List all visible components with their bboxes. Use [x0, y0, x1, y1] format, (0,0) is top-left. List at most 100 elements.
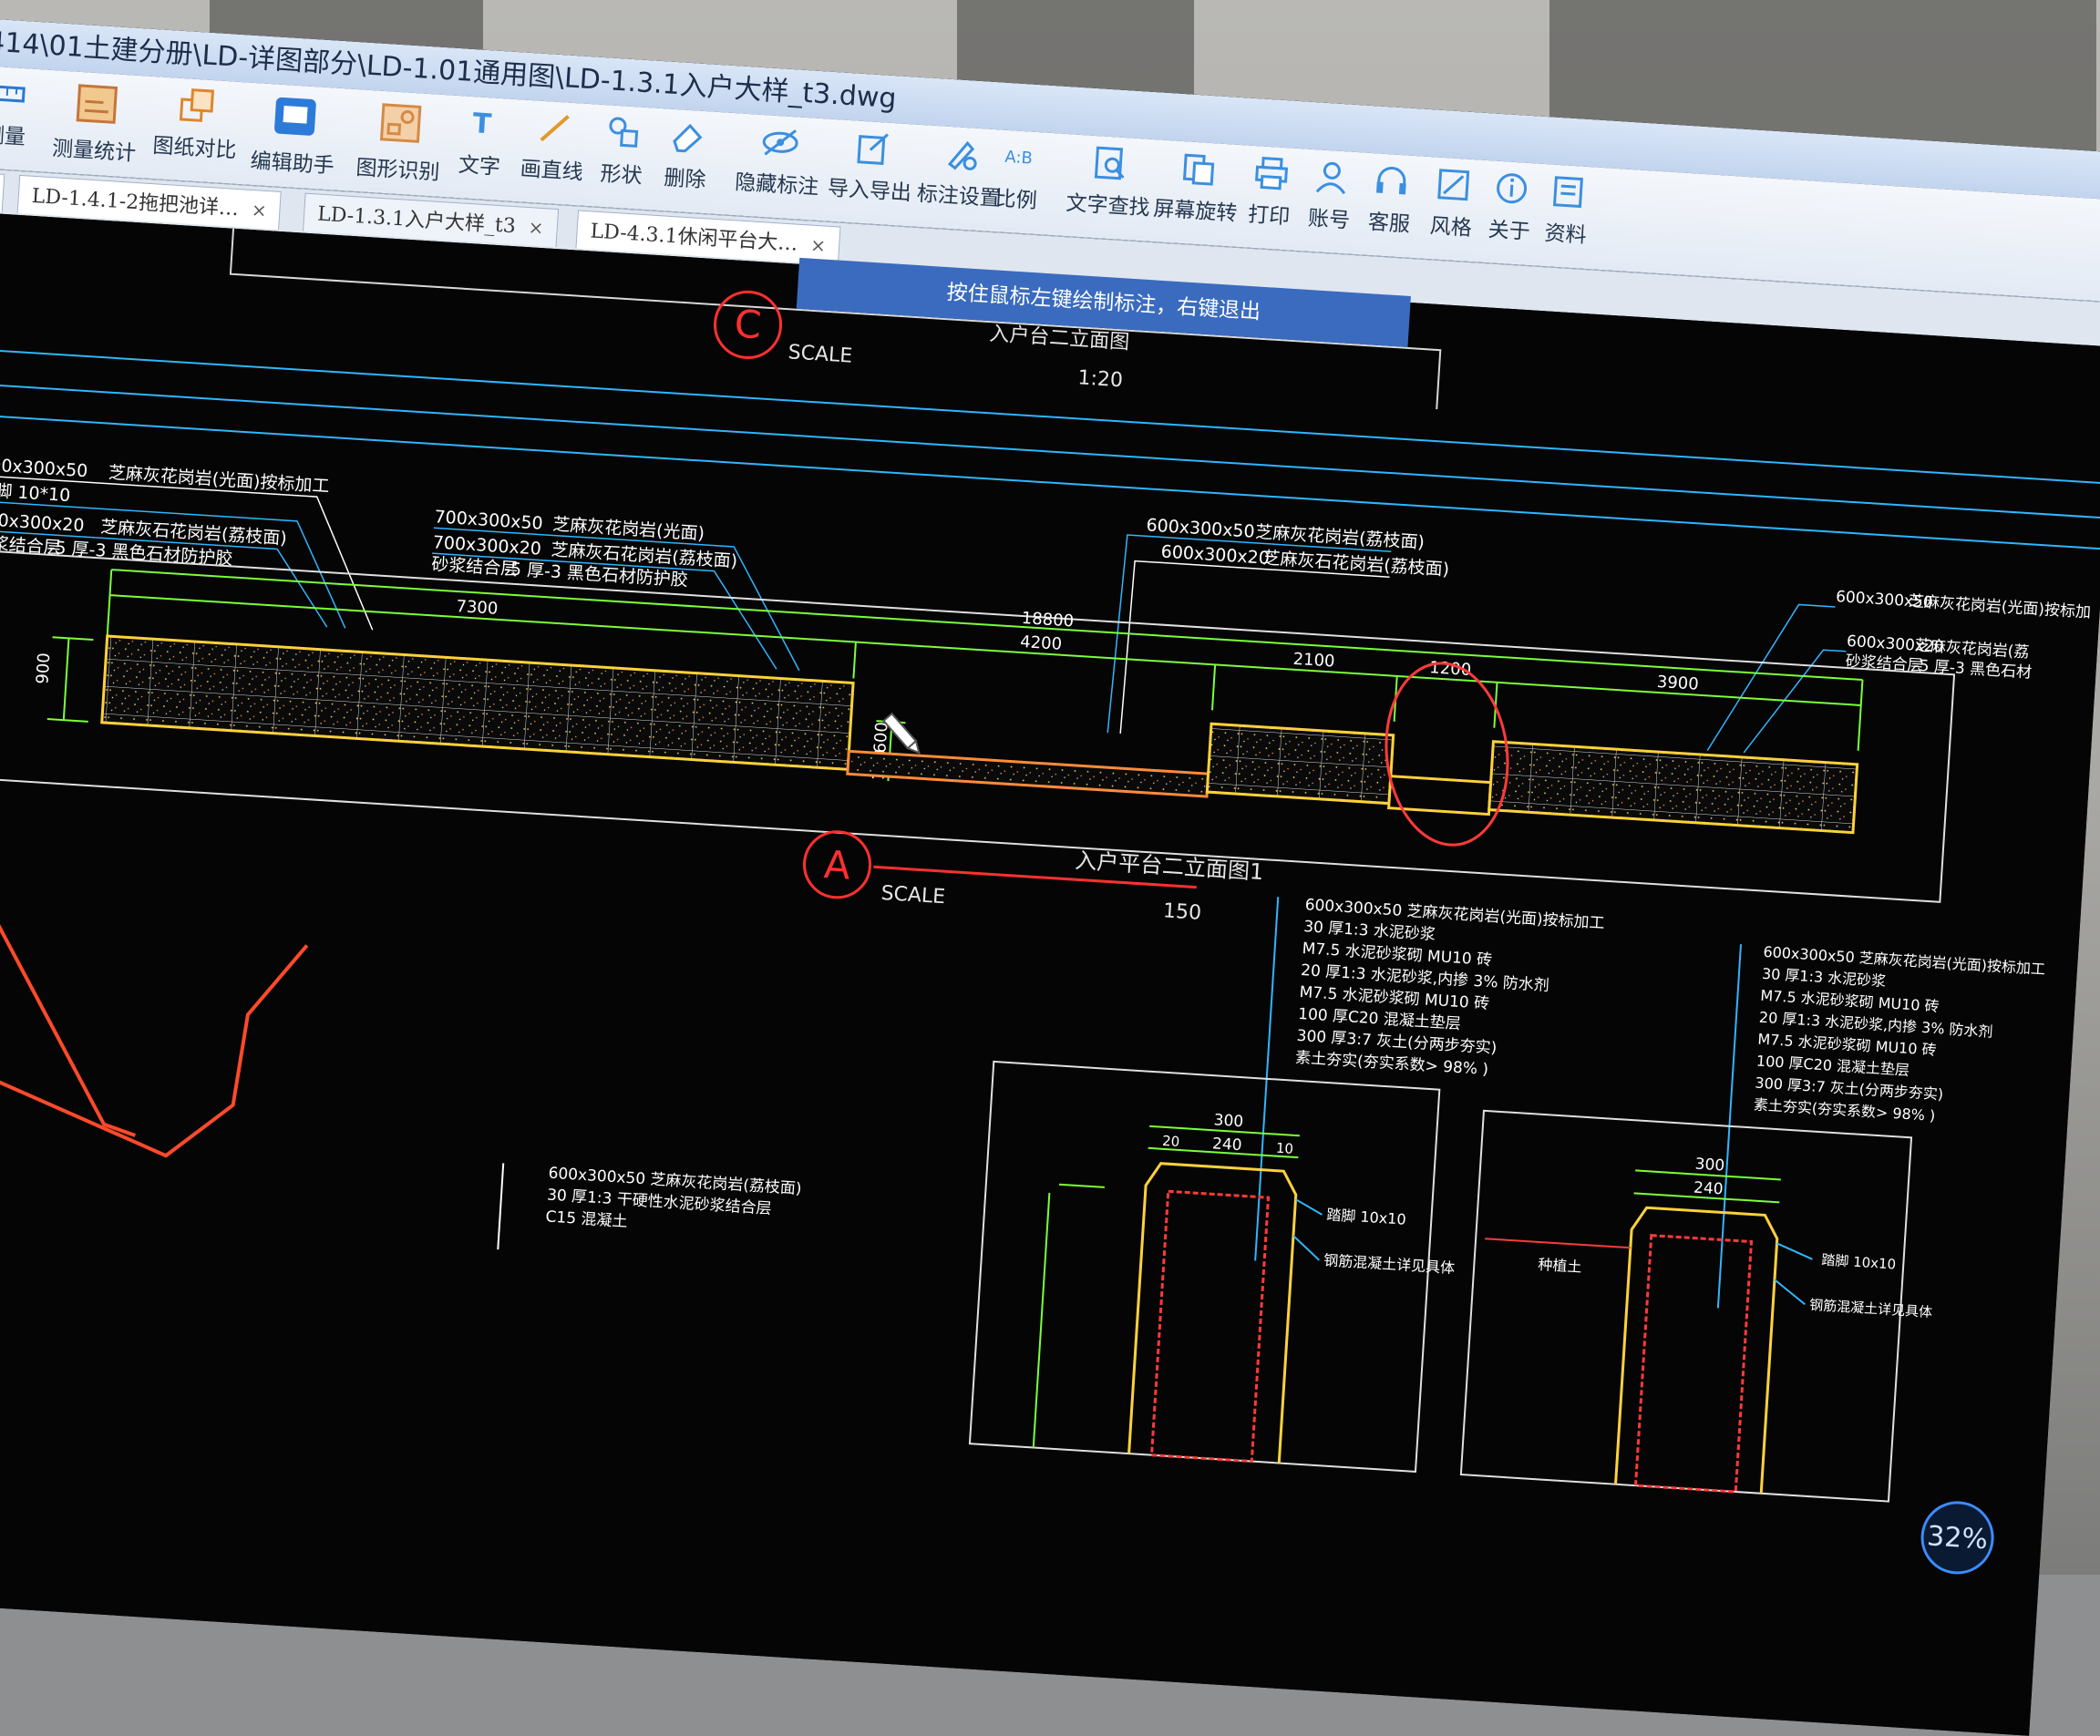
tool-label: 风格: [1429, 208, 1473, 241]
callouts-far-right: 600x300x50 芝麻灰花岗岩(光面)按标加 600x300x20 芝麻灰花…: [1831, 588, 2091, 685]
info-icon: [1491, 168, 1532, 209]
headset-icon: [1372, 160, 1413, 201]
tool-annot-settings[interactable]: 标注设置: [915, 132, 1004, 229]
compare-icon: [177, 86, 218, 127]
tool-import-export[interactable]: 导入导出: [826, 127, 915, 223]
markup-stroke: [0, 927, 307, 1164]
edit-assistant-icon: [268, 91, 322, 141]
rotate-icon: [1178, 149, 1219, 190]
step-block: [1489, 742, 1858, 833]
detail-dim: 240: [1693, 1178, 1724, 1198]
tool-label: 导入导出: [827, 170, 912, 207]
tool-rotate[interactable]: 屏幕旋转: [1151, 147, 1240, 243]
tool-label: 账号: [1307, 200, 1351, 234]
line-icon: [534, 108, 575, 149]
recognize-icon: [374, 98, 427, 148]
callouts-right: 600x300x50 芝麻灰花岗岩(荔枝面) 600x300x20 芝麻灰石花岗…: [1144, 515, 1451, 580]
detail-dim: 240: [1211, 1135, 1242, 1155]
tool-ratio[interactable]: A:B 比例: [993, 137, 1041, 231]
section-letter: A: [823, 842, 852, 889]
tab-overflow[interactable]: ×: [0, 170, 5, 211]
cad-canvas[interactable]: C SCALE 入户台二立面图 1:20 600x300x50 芝麻灰花岗岩(光…: [0, 212, 2100, 1736]
dim-text: 1200: [1429, 658, 1472, 680]
print-icon: [1251, 153, 1292, 194]
text-icon: T: [462, 103, 503, 144]
tool-edit-assist[interactable]: 编辑助手: [249, 90, 338, 187]
tool-label: 打印: [1247, 197, 1291, 231]
tool-resources[interactable]: 资料: [1543, 171, 1590, 265]
dim-text: 7300: [456, 597, 499, 619]
measure-icon: [0, 74, 27, 115]
tool-style[interactable]: 风格: [1428, 164, 1476, 258]
dim-text: 2100: [1292, 650, 1335, 672]
tool-measure-stats[interactable]: 测量统计: [51, 77, 140, 174]
tool-measure[interactable]: 测量: [0, 74, 29, 168]
detail-1: 300 240 20 10 踏脚 10x10 钢筋混凝土详见具体: [1034, 1101, 1464, 1473]
grid-line: [0, 348, 2100, 483]
import-export-icon: [852, 128, 893, 169]
account-icon: [1312, 157, 1353, 198]
dim-text: 18800: [1021, 609, 1074, 632]
tab-label: LD-1.4.1-2拖把池详…: [31, 185, 240, 221]
detail-dim: 10: [1275, 1140, 1293, 1157]
callout-text: 600x300x20: [1160, 541, 1270, 568]
scale-label: SCALE: [788, 341, 853, 367]
tool-print[interactable]: 打印: [1246, 153, 1293, 247]
detail-2: 300 240 种植土 踏脚 10x10 钢筋混凝土详见具体: [1470, 1142, 1941, 1503]
callouts-mid: 700x300x50 芝麻灰花岗岩(光面) 700x300x20 芝麻灰石花岗岩…: [431, 507, 740, 593]
scale-label: SCALE: [880, 882, 946, 909]
section-title: 入户平台二立面图1: [1074, 847, 1264, 885]
tool-label: 编辑助手: [250, 143, 335, 180]
layer-callouts-bottom: 600x300x50 芝麻灰花岗岩(荔枝面) 30 厚1:3 干硬性水泥砂浆结合…: [498, 1161, 802, 1268]
stats-icon: [70, 78, 124, 128]
close-icon[interactable]: ×: [251, 199, 267, 221]
tool-label: 关于: [1488, 211, 1531, 245]
tool-label: 图纸对比: [152, 128, 238, 164]
tool-shape-recognize[interactable]: 图形识别: [355, 97, 444, 193]
monitor-screen: 414\01土建分册\LD-详图部分\LD-1.01通用图\LD-1.3.1入户…: [0, 18, 2100, 1736]
detail-note: 钢筋混凝土详见具体: [1809, 1297, 1933, 1320]
detail-note: 种植土: [1538, 1256, 1582, 1276]
tool-service[interactable]: 客服: [1366, 160, 1414, 254]
tool-compare[interactable]: 图纸对比: [151, 84, 241, 180]
text-search-icon: [1090, 143, 1131, 184]
layer-text: 30 厚1:3 水泥砂浆: [1761, 965, 1886, 991]
callouts-left: 600x300x50 芝麻灰花岗岩(光面)按标加工 踏脚 10*10 600x3…: [0, 455, 330, 575]
callout-text: 芝麻灰花岗岩(光面)按标加工: [108, 463, 330, 497]
hide-eye-icon: [759, 122, 800, 163]
tool-line[interactable]: 画直线: [519, 108, 587, 202]
section-scale: 1:20: [1077, 366, 1124, 392]
dim-text: 4200: [1020, 632, 1063, 654]
tool-label: 文字: [458, 147, 501, 180]
close-icon[interactable]: ×: [528, 216, 544, 239]
close-icon[interactable]: ×: [810, 234, 827, 257]
tool-text-search[interactable]: 文字查找: [1065, 141, 1154, 238]
callout-text: 700x300x50: [434, 507, 543, 533]
detail-note: 踏脚 10x10: [1326, 1206, 1406, 1228]
tool-label: 资料: [1544, 215, 1588, 249]
ratio-icon: A:B: [998, 137, 1039, 178]
detail-dim: 300: [1213, 1111, 1244, 1131]
cad-drawing-svg: C SCALE 入户台二立面图 1:20 600x300x50 芝麻灰花岗岩(光…: [0, 212, 2100, 1736]
tool-label: 形状: [600, 156, 643, 190]
callout-text: 踏脚 10*10: [0, 480, 71, 506]
tool-label: 隐藏标注: [734, 164, 819, 200]
tool-label: 测量: [0, 117, 26, 150]
tool-label: 画直线: [520, 150, 584, 185]
detail-note: 钢筋混凝土详见具体: [1323, 1251, 1456, 1277]
layer-text: C15 混凝土: [545, 1207, 628, 1231]
style-icon: [1433, 164, 1474, 205]
layer-callouts-1: 600x300x50 芝麻灰花岗岩(光面)按标加工 30 厚1:3 水泥砂浆 M…: [1255, 894, 1605, 1281]
tool-label: 客服: [1367, 204, 1411, 238]
detail-note: 踏脚 10x10: [1821, 1251, 1897, 1272]
callout-text: 芝麻灰花岗岩(光面)按标加: [1908, 592, 2091, 622]
tool-delete[interactable]: 删除: [662, 116, 709, 210]
tool-about[interactable]: 关于: [1487, 168, 1534, 262]
tool-account[interactable]: 账号: [1306, 157, 1354, 251]
tool-shape[interactable]: 形状: [599, 112, 646, 206]
step-block: [1207, 724, 1393, 803]
gap-slab: [1389, 776, 1491, 815]
tool-label: 测量统计: [51, 130, 137, 167]
tool-text[interactable]: T 文字: [457, 103, 504, 197]
tool-hide-annot[interactable]: 隐藏标注: [733, 120, 822, 217]
